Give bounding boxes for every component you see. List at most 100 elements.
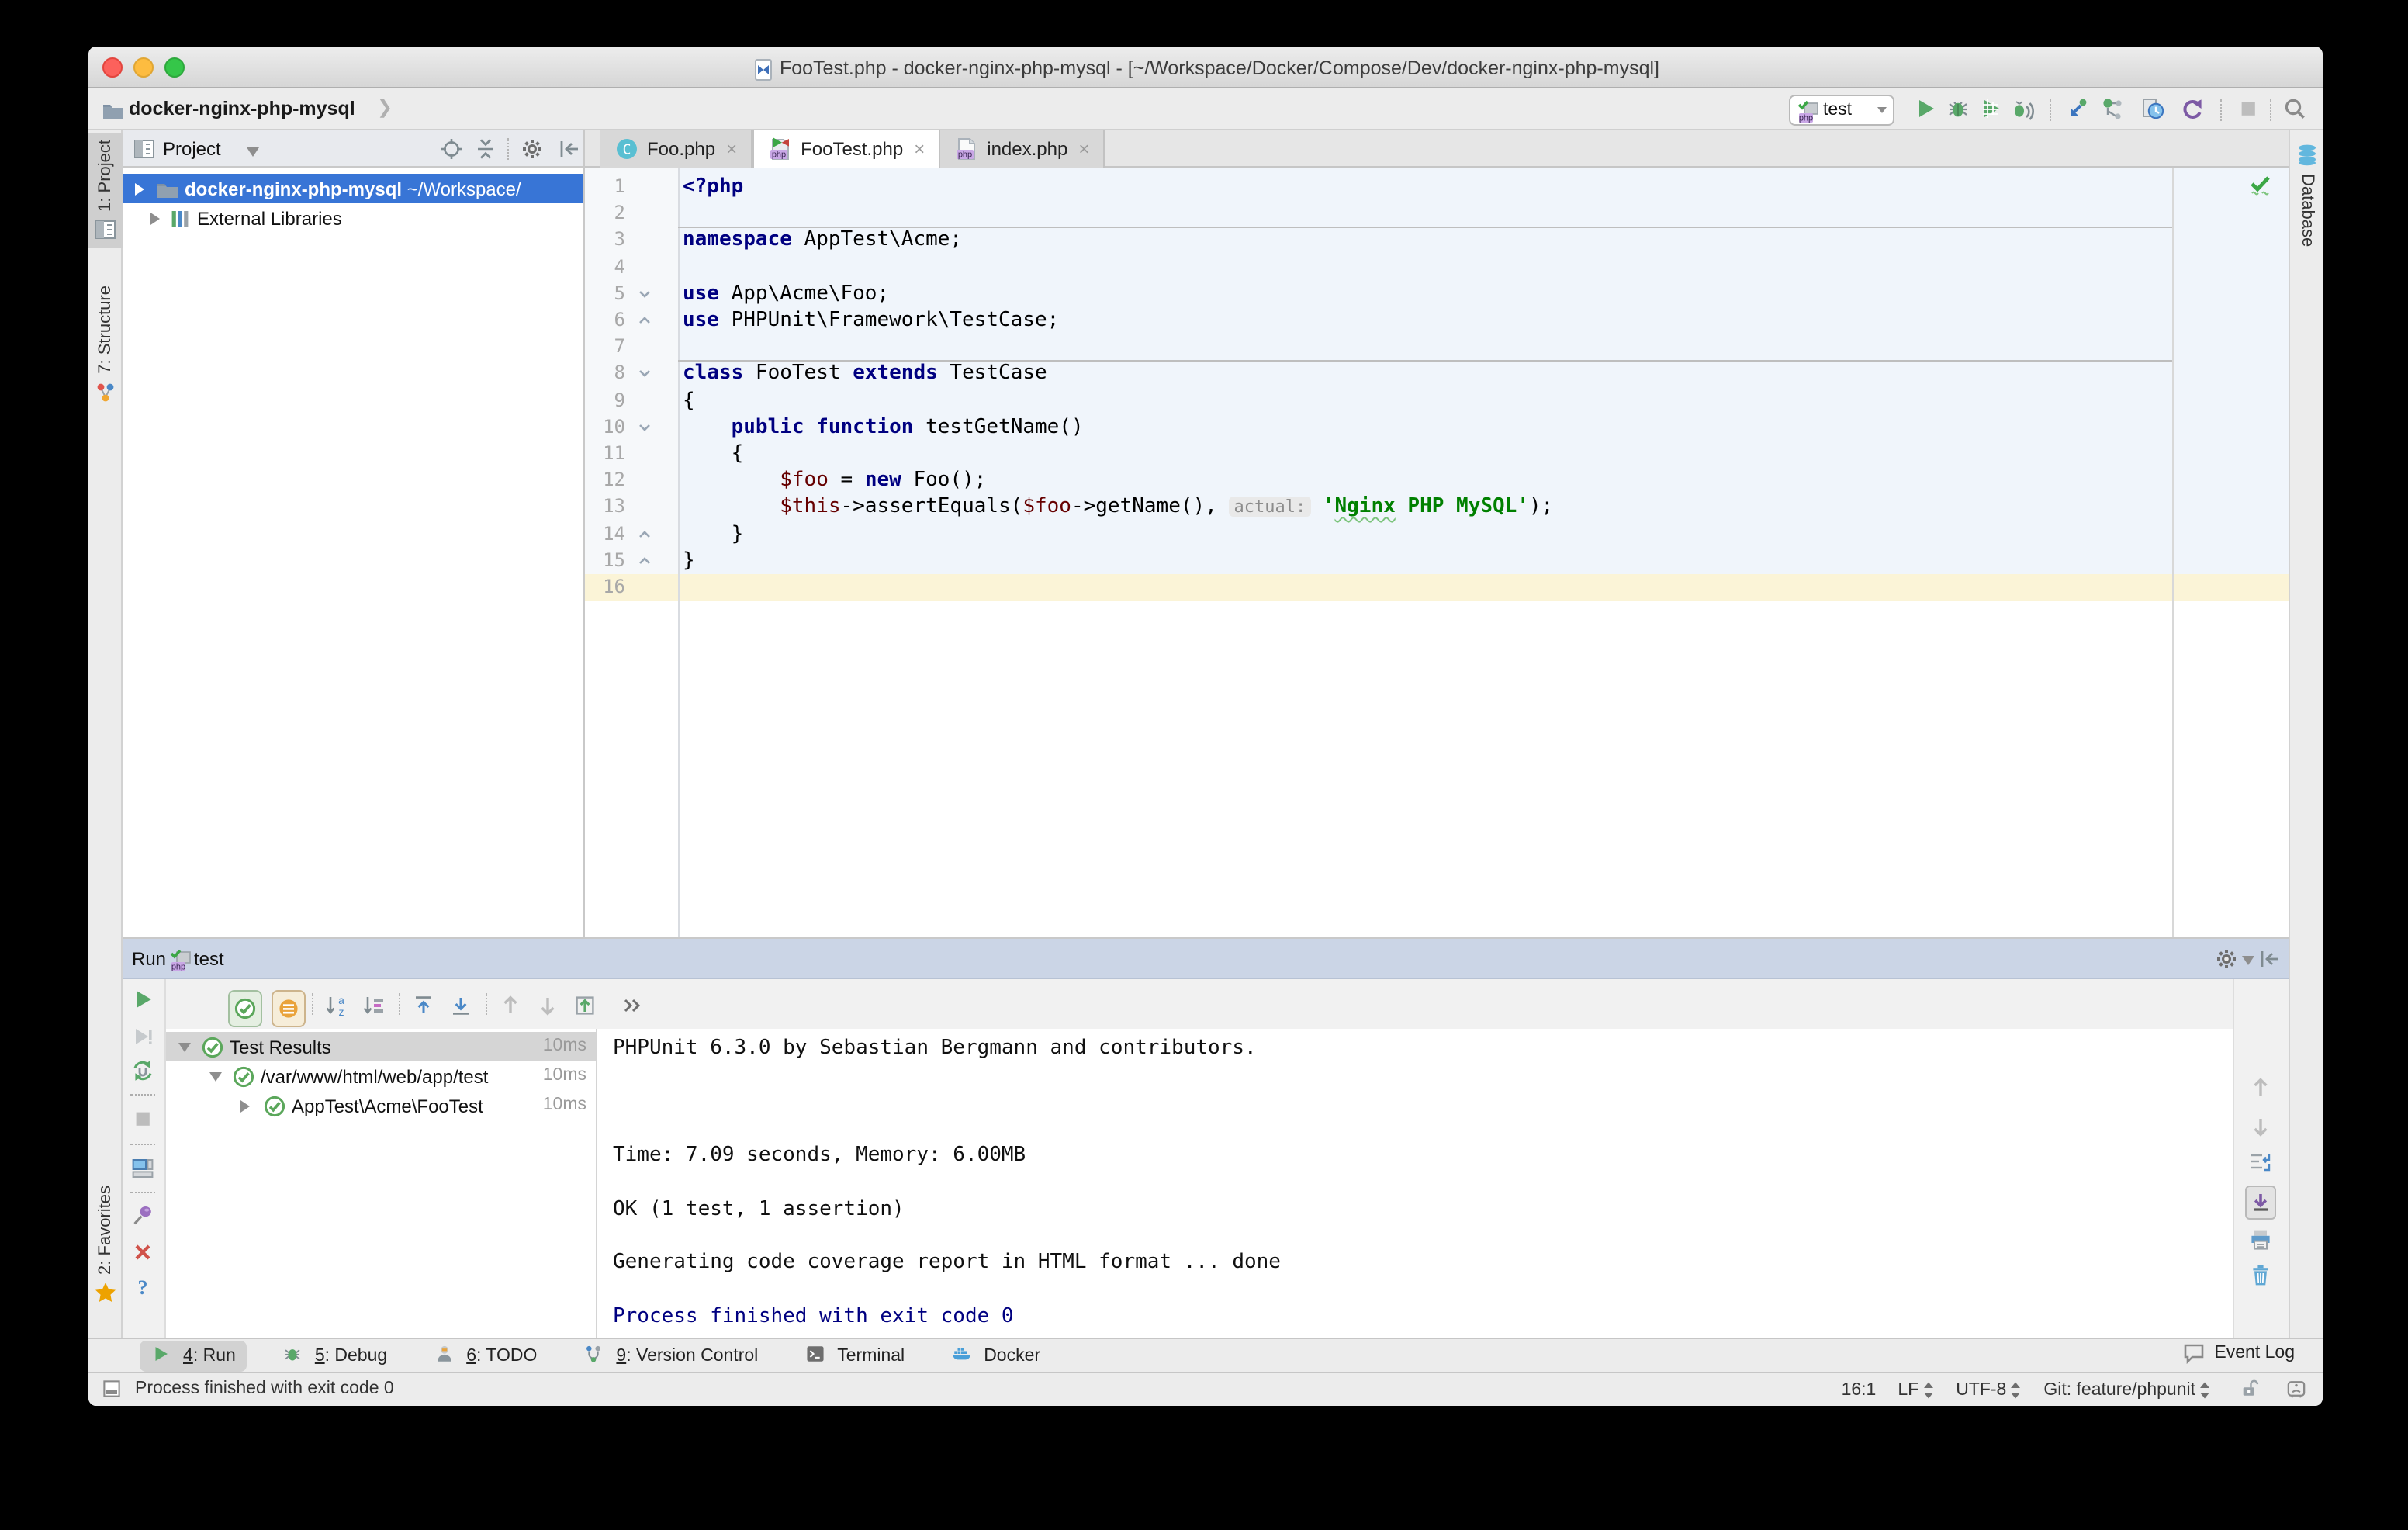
stop-button[interactable] (130, 1106, 155, 1131)
fold-marker-icon[interactable] (638, 554, 652, 568)
editor-line[interactable]: 2 (585, 200, 2289, 227)
toolwindow-button-docker[interactable]: Docker (940, 1340, 1051, 1371)
project-tree-item[interactable]: External Libraries (123, 203, 583, 233)
line-ending-widget[interactable]: LF (1898, 1381, 1934, 1400)
rerun-tests-button[interactable] (130, 987, 155, 1012)
show-ignored-toggle[interactable] (272, 990, 306, 1027)
test-tree-item[interactable]: Test Results10ms (166, 1032, 596, 1061)
expand-chevron-icon[interactable] (135, 182, 144, 195)
toolwindow-button-terminal[interactable]: Terminal (794, 1340, 915, 1371)
editor-tab-index-php[interactable]: phpindex.php× (940, 130, 1105, 168)
hide-panel-button[interactable] (557, 137, 582, 161)
sort-by-duration-button[interactable] (362, 993, 386, 1018)
editor-line[interactable]: 14 } (585, 521, 2289, 547)
gear-icon[interactable] (2214, 947, 2239, 971)
run-with-coverage-button[interactable] (1978, 96, 2003, 121)
show-passed-toggle[interactable] (233, 996, 258, 1021)
editor-line[interactable]: 4 (585, 254, 2289, 280)
show-ignored-toggle[interactable] (276, 996, 301, 1021)
stripe-button-favorites[interactable]: 2: Favorites (88, 1179, 123, 1312)
import-test-results-button[interactable] (573, 993, 597, 1018)
toggle-auto-test-button[interactable] (130, 1058, 155, 1083)
update-project-button[interactable] (2065, 96, 2090, 121)
editor-line[interactable]: 7 (585, 334, 2289, 360)
close-tab-icon[interactable]: × (914, 138, 925, 160)
stripe-button-structure[interactable]: 7: Structure (88, 279, 123, 411)
project-panel-title[interactable]: Project (163, 138, 221, 160)
scroll-down-button[interactable] (2248, 1114, 2273, 1139)
run-button[interactable] (1913, 96, 1938, 121)
editor-line[interactable]: 5use App\Acme\Foo; (585, 281, 2289, 307)
toggle-tool-stripes-icon[interactable] (101, 1378, 126, 1403)
settings-button[interactable] (520, 137, 545, 161)
fold-marker-icon[interactable] (638, 527, 652, 541)
scroll-up-button[interactable] (2248, 1075, 2273, 1100)
test-tree-item[interactable]: AppTest\Acme\FooTest10ms (166, 1091, 596, 1120)
sort-alphabetically-button[interactable]: az (324, 993, 349, 1018)
editor-line[interactable]: 13 $this->assertEquals($foo->getName(), … (585, 494, 2289, 521)
commit-button[interactable] (2099, 96, 2124, 121)
debug-button[interactable] (1946, 96, 1970, 121)
show-passed-toggle[interactable] (228, 990, 262, 1027)
stripe-button-project[interactable]: 1: Project (88, 133, 123, 249)
collapse-all-button[interactable] (473, 137, 498, 161)
event-log-button[interactable]: Event Log (2181, 1341, 2295, 1366)
toolwindow-button-4-run[interactable]: 4: Run (140, 1340, 247, 1371)
project-tree-item[interactable]: docker-nginx-php-mysql ~/Workspace/ (123, 174, 583, 203)
chevron-down-icon[interactable] (2242, 956, 2254, 965)
editor-tab-footest-php[interactable]: phpFooTest.php× (752, 130, 940, 168)
expand-chevron-icon[interactable] (240, 1099, 250, 1112)
editor-line[interactable]: 9{ (585, 387, 2289, 414)
code-editor[interactable]: 1<?php23namespace AppTest\Acme;45use App… (585, 168, 2289, 937)
history-button[interactable] (2140, 96, 2164, 121)
editor-line[interactable]: 10 public function testGetName() (585, 414, 2289, 441)
unlock-icon[interactable] (2239, 1378, 2264, 1403)
editor-line[interactable]: 15} (585, 548, 2289, 574)
editor-line[interactable]: 11 { (585, 441, 2289, 467)
hector-inspection-icon[interactable] (2285, 1378, 2310, 1403)
stop-button[interactable] (2236, 96, 2261, 121)
test-tree-item[interactable]: /var/www/html/web/app/test10ms (166, 1061, 596, 1091)
next-failed-test-button[interactable] (535, 993, 560, 1018)
previous-failed-test-button[interactable] (498, 993, 523, 1018)
rollback-button[interactable] (2180, 96, 2205, 121)
scroll-to-end-button[interactable] (2245, 1186, 2276, 1220)
close-button[interactable] (130, 1240, 155, 1265)
toolwindow-button-6-todo[interactable]: 6: TODO (423, 1340, 548, 1371)
search-everywhere-button[interactable] (2282, 96, 2307, 121)
caret-position-widget[interactable]: 16:1 (1842, 1381, 1877, 1400)
chevron-down-icon[interactable] (247, 147, 259, 157)
run-panel-title[interactable]: Run (132, 948, 166, 970)
fold-marker-icon[interactable] (638, 367, 652, 381)
locate-file-button[interactable] (439, 137, 464, 161)
rerun-failed-tests-button[interactable] (130, 1024, 155, 1049)
print-button[interactable] (2248, 1227, 2273, 1252)
expand-chevron-icon[interactable] (209, 1072, 222, 1082)
editor-tab-foo-php[interactable]: CFoo.php× (600, 130, 752, 168)
close-tab-icon[interactable]: × (726, 138, 737, 160)
editor-line[interactable]: 3namespace AppTest\Acme; (585, 227, 2289, 254)
editor-line[interactable]: 6use PHPUnit\Framework\TestCase; (585, 307, 2289, 334)
fold-marker-icon[interactable] (638, 287, 652, 301)
stripe-button-database[interactable]: Database (2290, 137, 2323, 253)
encoding-widget[interactable]: UTF-8 (1956, 1381, 2022, 1400)
fold-marker-icon[interactable] (638, 313, 652, 327)
console-output[interactable]: PHPUnit 6.3.0 by Sebastian Bergmann and … (597, 1029, 2233, 1339)
pin-tab-button[interactable] (130, 1203, 155, 1227)
expand-chevron-icon[interactable] (150, 212, 160, 224)
git-branch-widget[interactable]: Git: feature/phpunit (2043, 1381, 2211, 1400)
run-config-selector[interactable]: php test (1789, 94, 1894, 125)
toolwindow-button-9-version-control[interactable]: 9: Version Control (573, 1340, 769, 1371)
editor-line[interactable]: 8class FooTest extends TestCase (585, 361, 2289, 387)
editor-line[interactable]: 16 (585, 574, 2289, 601)
clear-console-button[interactable] (2248, 1263, 2273, 1288)
expand-all-button[interactable] (448, 993, 473, 1018)
expand-chevron-icon[interactable] (178, 1043, 191, 1052)
help-button[interactable]: ? (130, 1274, 155, 1299)
editor-line[interactable]: 12 $foo = new Foo(); (585, 467, 2289, 493)
collapse-all-button[interactable] (411, 993, 436, 1018)
hide-panel-icon[interactable] (2258, 947, 2282, 971)
editor-line[interactable]: 1<?php (585, 174, 2289, 200)
more-actions-button[interactable] (619, 993, 644, 1018)
close-tab-icon[interactable]: × (1078, 138, 1089, 160)
